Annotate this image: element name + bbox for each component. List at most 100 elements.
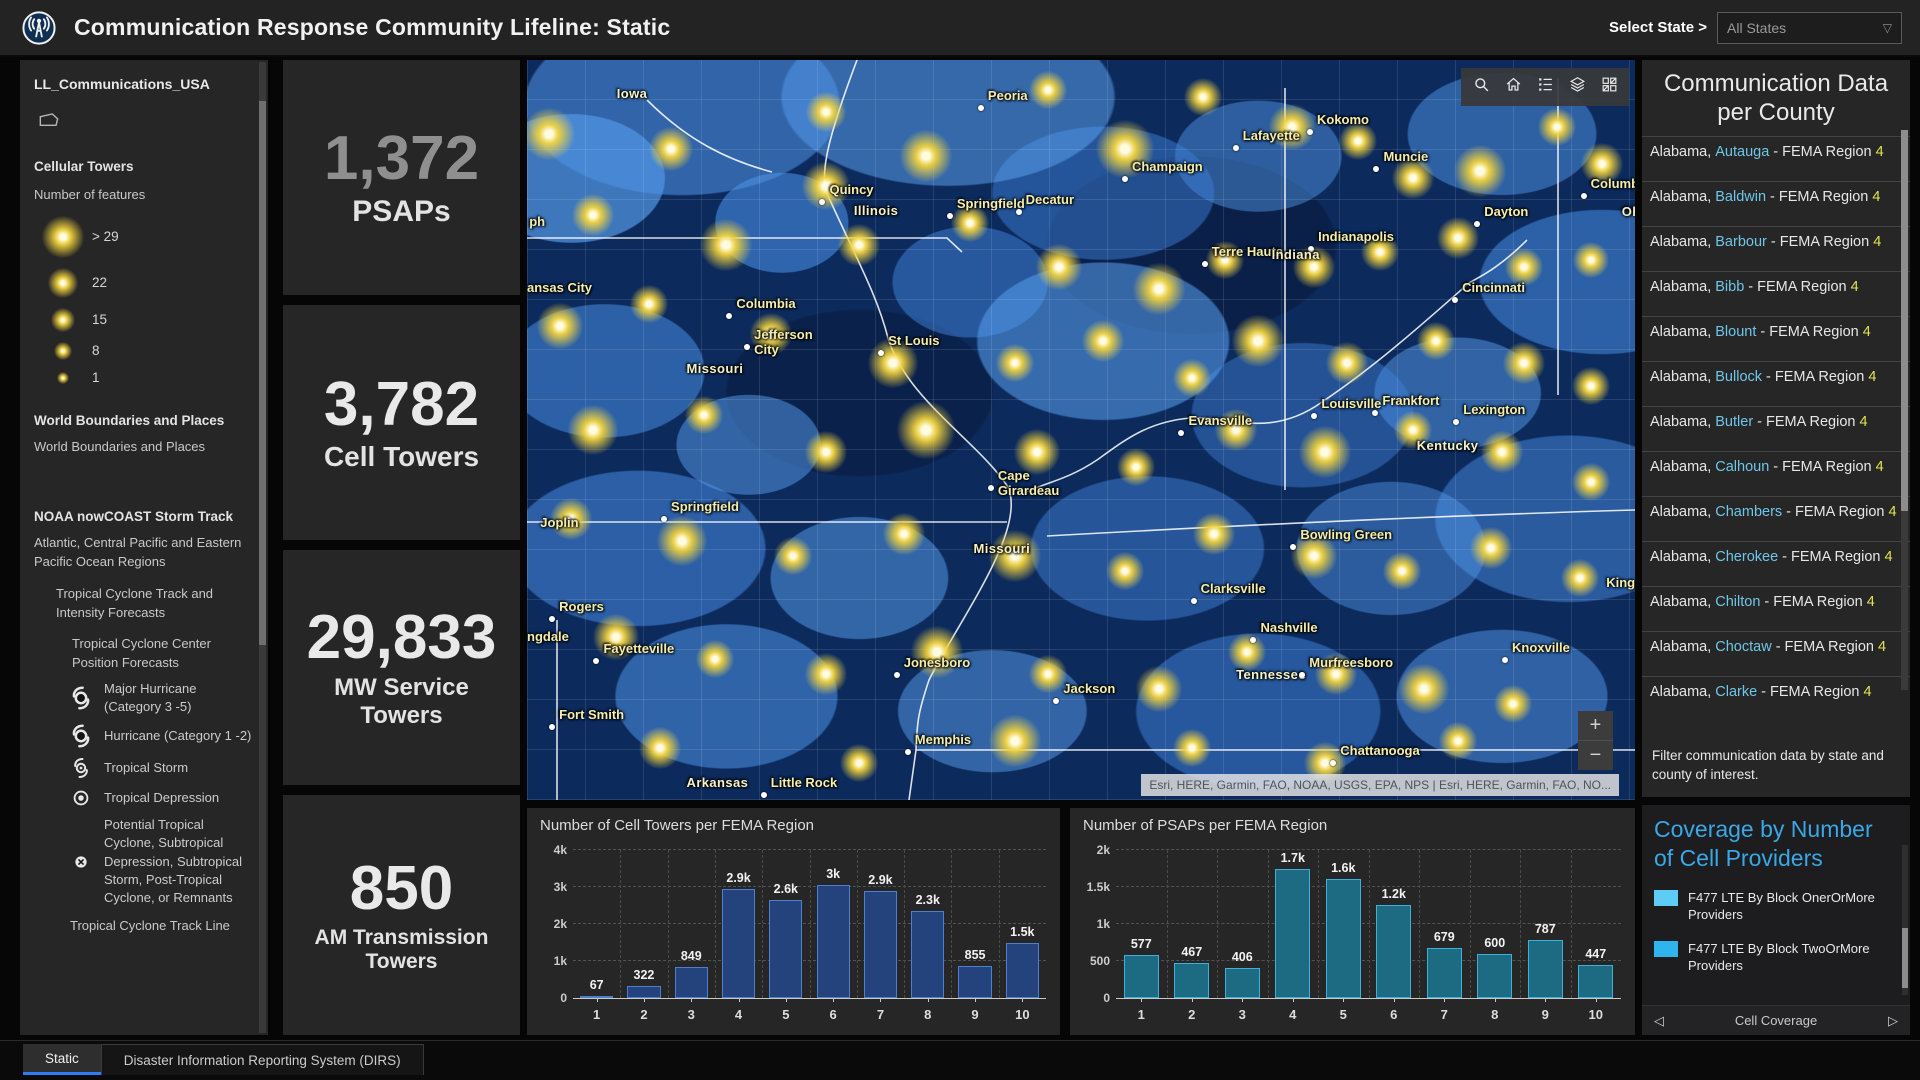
- map-canvas[interactable]: IowaPeoriaKokomoLafayetteMuncieChampaign…: [527, 60, 1635, 800]
- city-marker-dot: [947, 213, 953, 219]
- city-marker-dot: [549, 724, 555, 730]
- cell-tower-cluster-dot: [1437, 217, 1479, 259]
- cell-tower-cluster-dot: [1494, 685, 1532, 723]
- chart-bar-region-6[interactable]: [1376, 905, 1411, 998]
- layers-button[interactable]: [1561, 70, 1593, 104]
- cell-towers-chart-panel: Number of Cell Towers per FEMA Region01k…: [527, 808, 1060, 1035]
- x-axis-tick: [597, 998, 598, 1002]
- city-marker-dot: [1122, 176, 1128, 182]
- tab-static[interactable]: Static: [23, 1044, 101, 1075]
- county-list-item-barbour[interactable]: Alabama,Barbour- FEMA Region4: [1642, 226, 1910, 271]
- county-list-item-autauga[interactable]: Alabama,Autauga- FEMA Region4: [1642, 136, 1910, 181]
- county-list-scrollbar-thumb[interactable]: [1901, 130, 1908, 511]
- search-button[interactable]: [1465, 70, 1497, 104]
- chart-bar-region-7[interactable]: [864, 891, 897, 998]
- county-panel-title: Communication Data per County: [1642, 60, 1910, 136]
- chart-bar-region-10[interactable]: [1006, 943, 1039, 999]
- chart-bar-region-2[interactable]: [627, 986, 660, 998]
- chart-bar-region-1[interactable]: [1124, 955, 1159, 998]
- zoom-out-button[interactable]: −: [1578, 740, 1613, 770]
- graduated-symbol-list: > 29221581: [34, 211, 254, 391]
- cell-tower-cluster-dot: [1173, 359, 1211, 397]
- map-toolbar: [1461, 68, 1629, 106]
- chart-gridline: [1167, 850, 1168, 998]
- chart-bar-region-5[interactable]: [769, 900, 802, 998]
- county-fema-region: 4: [1878, 639, 1886, 655]
- chart-bar-region-3[interactable]: [1225, 968, 1260, 998]
- dashboard-app: Communication Response Community Lifelin…: [0, 0, 1920, 1080]
- coverage-legend-label: F477 LTE By Block TwoOrMore Providers: [1688, 940, 1898, 975]
- county-list: Alabama,Autauga- FEMA Region4Alabama,Bal…: [1642, 136, 1910, 706]
- pager-prev-icon[interactable]: ◁: [1654, 1013, 1664, 1029]
- county-list-item-calhoun[interactable]: Alabama,Calhoun- FEMA Region4: [1642, 451, 1910, 496]
- cell-tower-cluster-dot: [1193, 513, 1235, 555]
- x-axis-tick: [1242, 998, 1243, 1002]
- chart-bar-region-6[interactable]: [817, 885, 850, 998]
- x-axis-tick: [1444, 998, 1445, 1002]
- chart-bar-value-label: 600: [1484, 936, 1505, 950]
- county-list-item-clarke[interactable]: Alabama,Clarke- FEMA Region4: [1642, 676, 1910, 706]
- county-list-scrollbar[interactable]: [1901, 130, 1908, 690]
- state-label-missouri: Missouri: [974, 542, 1031, 557]
- x-axis-tick: [1343, 998, 1344, 1002]
- chart-bar-region-4[interactable]: [722, 889, 755, 998]
- county-list-item-baldwin[interactable]: Alabama,Baldwin- FEMA Region4: [1642, 181, 1910, 226]
- county-list-item-cherokee[interactable]: Alabama,Cherokee- FEMA Region4: [1642, 541, 1910, 586]
- cell-tower-cluster-dot: [1572, 367, 1610, 405]
- chart-bar-region-3[interactable]: [675, 967, 708, 998]
- county-list-item-butler[interactable]: Alabama,Butler- FEMA Region4: [1642, 406, 1910, 451]
- county-list-item-choctaw[interactable]: Alabama,Choctaw- FEMA Region4: [1642, 631, 1910, 676]
- county-fema-label: - FEMA Region: [1760, 324, 1858, 340]
- city-label-bowling-green: Bowling Green: [1300, 528, 1392, 543]
- kpi-value: 1,372: [324, 126, 479, 191]
- legend-noaa-group-center-position: Tropical Cyclone Center Position Forecas…: [72, 635, 254, 673]
- x-axis-tick-label: 2: [640, 1007, 647, 1022]
- county-list-item-bullock[interactable]: Alabama,Bullock- FEMA Region4: [1642, 361, 1910, 406]
- coverage-scrollbar-thumb[interactable]: [1902, 928, 1908, 988]
- county-fema-label: - FEMA Region: [1776, 639, 1874, 655]
- cell-tower-cluster-dot: [1106, 552, 1144, 590]
- home-button[interactable]: [1497, 70, 1529, 104]
- county-list-item-blount[interactable]: Alabama,Blount- FEMA Region4: [1642, 316, 1910, 361]
- tab-disaster-information-reporting-system-dirs[interactable]: Disaster Information Reporting System (D…: [101, 1044, 424, 1075]
- pager-next-icon[interactable]: ▷: [1888, 1013, 1898, 1029]
- chart-bar-region-2[interactable]: [1174, 963, 1209, 998]
- cell-tower-cluster-dot: [996, 344, 1034, 382]
- chart-gridline: [857, 850, 858, 998]
- chart-bar-region-9[interactable]: [958, 966, 991, 998]
- search-icon: [1472, 75, 1491, 99]
- sidebar-scrollbar[interactable]: [259, 62, 266, 1033]
- chart-bar-region-8[interactable]: [1477, 954, 1512, 998]
- coverage-panel-title: Coverage by Number of Cell Providers: [1642, 805, 1910, 873]
- city-label-memphis: Memphis: [915, 733, 971, 748]
- chart-bar-region-4[interactable]: [1275, 869, 1310, 998]
- county-fema-label: - FEMA Region: [1748, 279, 1846, 295]
- cell-tower-cluster-dot: [900, 130, 952, 182]
- county-list-item-chilton[interactable]: Alabama,Chilton- FEMA Region4: [1642, 586, 1910, 631]
- basemap-button[interactable]: [1593, 70, 1625, 104]
- state-select-dropdown[interactable]: All States ▽: [1717, 12, 1902, 44]
- chart-bar-region-8[interactable]: [911, 911, 944, 998]
- cell-tower-cluster-dot: [806, 92, 846, 132]
- sidebar-scrollbar-thumb[interactable]: [259, 101, 266, 645]
- county-list-item-bibb[interactable]: Alabama,Bibb- FEMA Region4: [1642, 271, 1910, 316]
- zoom-in-button[interactable]: +: [1578, 711, 1613, 740]
- county-state-label: Alabama,: [1650, 189, 1711, 205]
- home-icon: [1504, 75, 1523, 99]
- state-label-arkansas: Arkansas: [687, 776, 749, 791]
- county-fema-region: 4: [1864, 684, 1872, 700]
- coverage-scrollbar[interactable]: [1902, 845, 1908, 995]
- chart-bar-region-10[interactable]: [1578, 965, 1613, 998]
- city-marker-dot: [1581, 193, 1587, 199]
- chart-bar-region-5[interactable]: [1326, 879, 1361, 998]
- county-name: Autauga: [1715, 144, 1769, 160]
- legend-button[interactable]: [1529, 70, 1561, 104]
- chart-bar-region-7[interactable]: [1427, 948, 1462, 998]
- x-axis-tick-label: 10: [1015, 1007, 1029, 1022]
- select-state-label: Select State >: [1609, 19, 1707, 36]
- chart-bar-region-9[interactable]: [1528, 940, 1563, 998]
- county-list-item-chambers[interactable]: Alabama,Chambers- FEMA Region4: [1642, 496, 1910, 541]
- tower-glow-symbol-icon: [34, 268, 92, 298]
- cell-tower-cluster-dot: [840, 744, 878, 782]
- chart-plot-area: 01k2k3k4k671322284932.9k42.6k53k62.9k72.…: [573, 850, 1046, 999]
